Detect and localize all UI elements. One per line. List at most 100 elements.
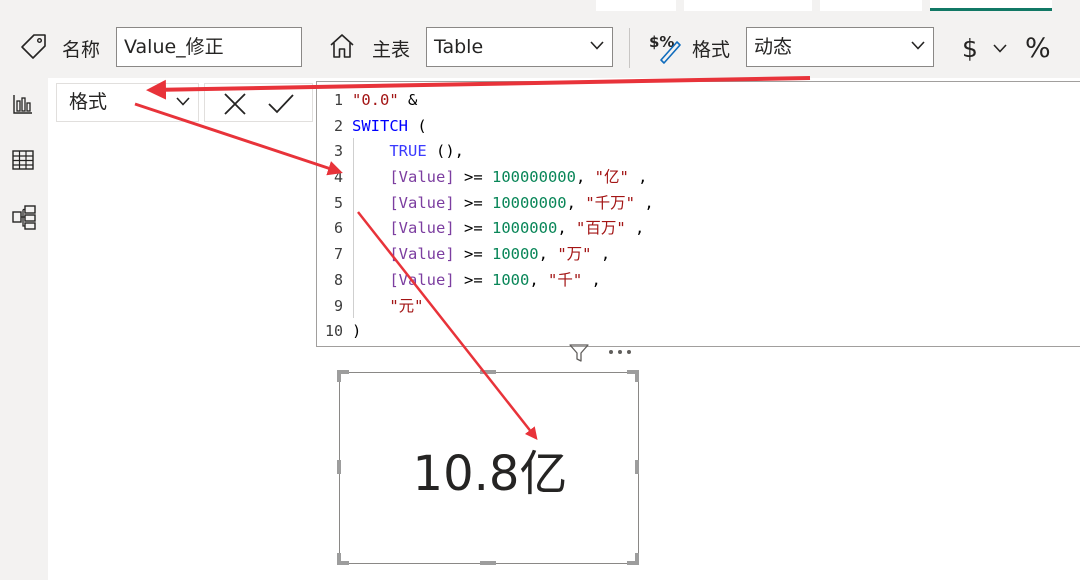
model-icon[interactable] <box>11 204 37 230</box>
code-token: & <box>398 91 418 109</box>
format-value: 动态 <box>754 36 793 58</box>
measure-name-input[interactable]: Value_修正 <box>116 27 302 67</box>
home-table-value: Table <box>434 36 484 58</box>
code-token: "元" <box>389 296 424 315</box>
ribbon-tab[interactable] <box>596 0 676 11</box>
name-label: 名称 <box>62 39 101 61</box>
close-icon[interactable] <box>223 92 247 116</box>
code-token: , <box>634 193 654 212</box>
resize-handle[interactable] <box>480 561 496 565</box>
code-token: ( <box>408 116 427 135</box>
line-number: 10 <box>324 322 343 341</box>
home-table-label: 主表 <box>372 39 411 61</box>
code-line: [Value] >= 1000, "千" , <box>352 268 654 294</box>
resize-handle[interactable] <box>480 370 496 374</box>
code-line: SWITCH ( <box>352 114 654 140</box>
format-property-value: 格式 <box>69 91 108 113</box>
currency-format-button[interactable]: $ <box>962 34 978 63</box>
code-token: [Value] <box>389 270 455 289</box>
resize-handle[interactable] <box>635 553 639 565</box>
code-token: TRUE <box>389 142 427 161</box>
code-line: ) <box>352 319 654 345</box>
line-number: 5 <box>333 193 343 212</box>
code-token: "亿" <box>594 168 629 187</box>
code-line: [Value] >= 10000, "万" , <box>352 242 654 268</box>
line-number: 6 <box>333 219 343 238</box>
code-token: , <box>575 168 595 187</box>
view-switcher <box>0 78 48 580</box>
code-token: "千" <box>547 270 583 289</box>
format-select[interactable]: 动态 <box>746 27 934 67</box>
format-label: 格式 <box>692 39 731 61</box>
code-token: , <box>625 219 645 238</box>
code-line: "0.0" & <box>352 88 654 114</box>
ribbon-tab[interactable] <box>684 0 812 11</box>
code-token: >= <box>454 193 492 212</box>
code-token: "0.0" <box>352 91 399 109</box>
home-icon <box>330 34 354 58</box>
code-line: [Value] >= 100000000, "亿" , <box>352 165 654 191</box>
code-token: "百万" <box>575 219 626 238</box>
card-visual[interactable]: 10.8亿 <box>339 372 639 564</box>
filter-icon[interactable] <box>568 343 590 363</box>
measure-tools-ribbon: 名称 Value_修正 主表 Table $% 格式 动态 $ % <box>0 12 1080 78</box>
resize-handle[interactable] <box>337 553 341 565</box>
code-token: "千万" <box>585 193 635 212</box>
ribbon-tab[interactable] <box>820 0 922 11</box>
code-area[interactable]: "0.0" & SWITCH ( TRUE (), [Value] >= 1000… <box>352 88 654 345</box>
card-value: 10.8亿 <box>412 446 568 502</box>
bar-chart-icon[interactable] <box>11 92 35 116</box>
code-token: >= <box>454 270 492 289</box>
dax-formula-editor[interactable]: 1 2 3 4 5 6 7 8 9 10 "0.0" & SWITCH ( TRUE (), [Va… <box>316 81 1080 347</box>
code-token: , <box>591 245 611 264</box>
code-token: [Value] <box>389 168 455 187</box>
code-token: [Value] <box>389 219 455 238</box>
percent-format-button[interactable]: % <box>1025 33 1051 64</box>
format-property-select[interactable]: 格式 <box>56 83 199 122</box>
code-token: [Value] <box>389 193 455 212</box>
code-line: "元" <box>352 294 654 320</box>
formula-actions <box>204 83 313 122</box>
line-number: 8 <box>333 270 343 289</box>
more-options-icon[interactable] <box>608 349 634 355</box>
code-token: (), <box>426 142 464 161</box>
code-token: ) <box>352 322 362 341</box>
line-number: 3 <box>333 142 343 161</box>
code-token: >= <box>454 168 492 187</box>
resize-handle[interactable] <box>635 460 639 474</box>
chevron-down-icon <box>590 41 604 50</box>
line-number: 1 <box>333 91 343 109</box>
line-number: 4 <box>333 168 343 187</box>
ribbon-tab-active[interactable] <box>930 0 1052 11</box>
resize-handle[interactable] <box>337 460 341 474</box>
line-number: 7 <box>333 245 343 264</box>
code-token: 1000 <box>491 270 530 289</box>
line-number-gutter: 1 2 3 4 5 6 7 8 9 10 <box>317 88 343 345</box>
code-token: , <box>566 193 586 212</box>
code-line: [Value] >= 1000000, "百万" , <box>352 216 654 242</box>
code-token: >= <box>454 219 492 238</box>
code-token: , <box>557 219 576 238</box>
ribbon-tab-strip <box>0 0 1080 12</box>
code-line: [Value] >= 10000000, "千万" , <box>352 191 654 217</box>
code-token: , <box>538 245 558 264</box>
resize-handle[interactable] <box>635 370 639 382</box>
line-number: 2 <box>333 116 343 135</box>
table-grid-icon[interactable] <box>11 148 35 172</box>
ribbon-separator <box>629 28 630 68</box>
checkmark-icon[interactable] <box>267 92 295 116</box>
code-token: "万" <box>557 245 592 264</box>
home-table-select[interactable]: Table <box>426 27 613 67</box>
code-token: SWITCH <box>352 116 408 135</box>
code-token: , <box>529 270 548 289</box>
chevron-down-icon[interactable] <box>993 44 1007 53</box>
resize-handle[interactable] <box>337 370 341 382</box>
dollar-percent-icon: $% <box>649 33 681 64</box>
code-token: 10000 <box>491 245 539 264</box>
